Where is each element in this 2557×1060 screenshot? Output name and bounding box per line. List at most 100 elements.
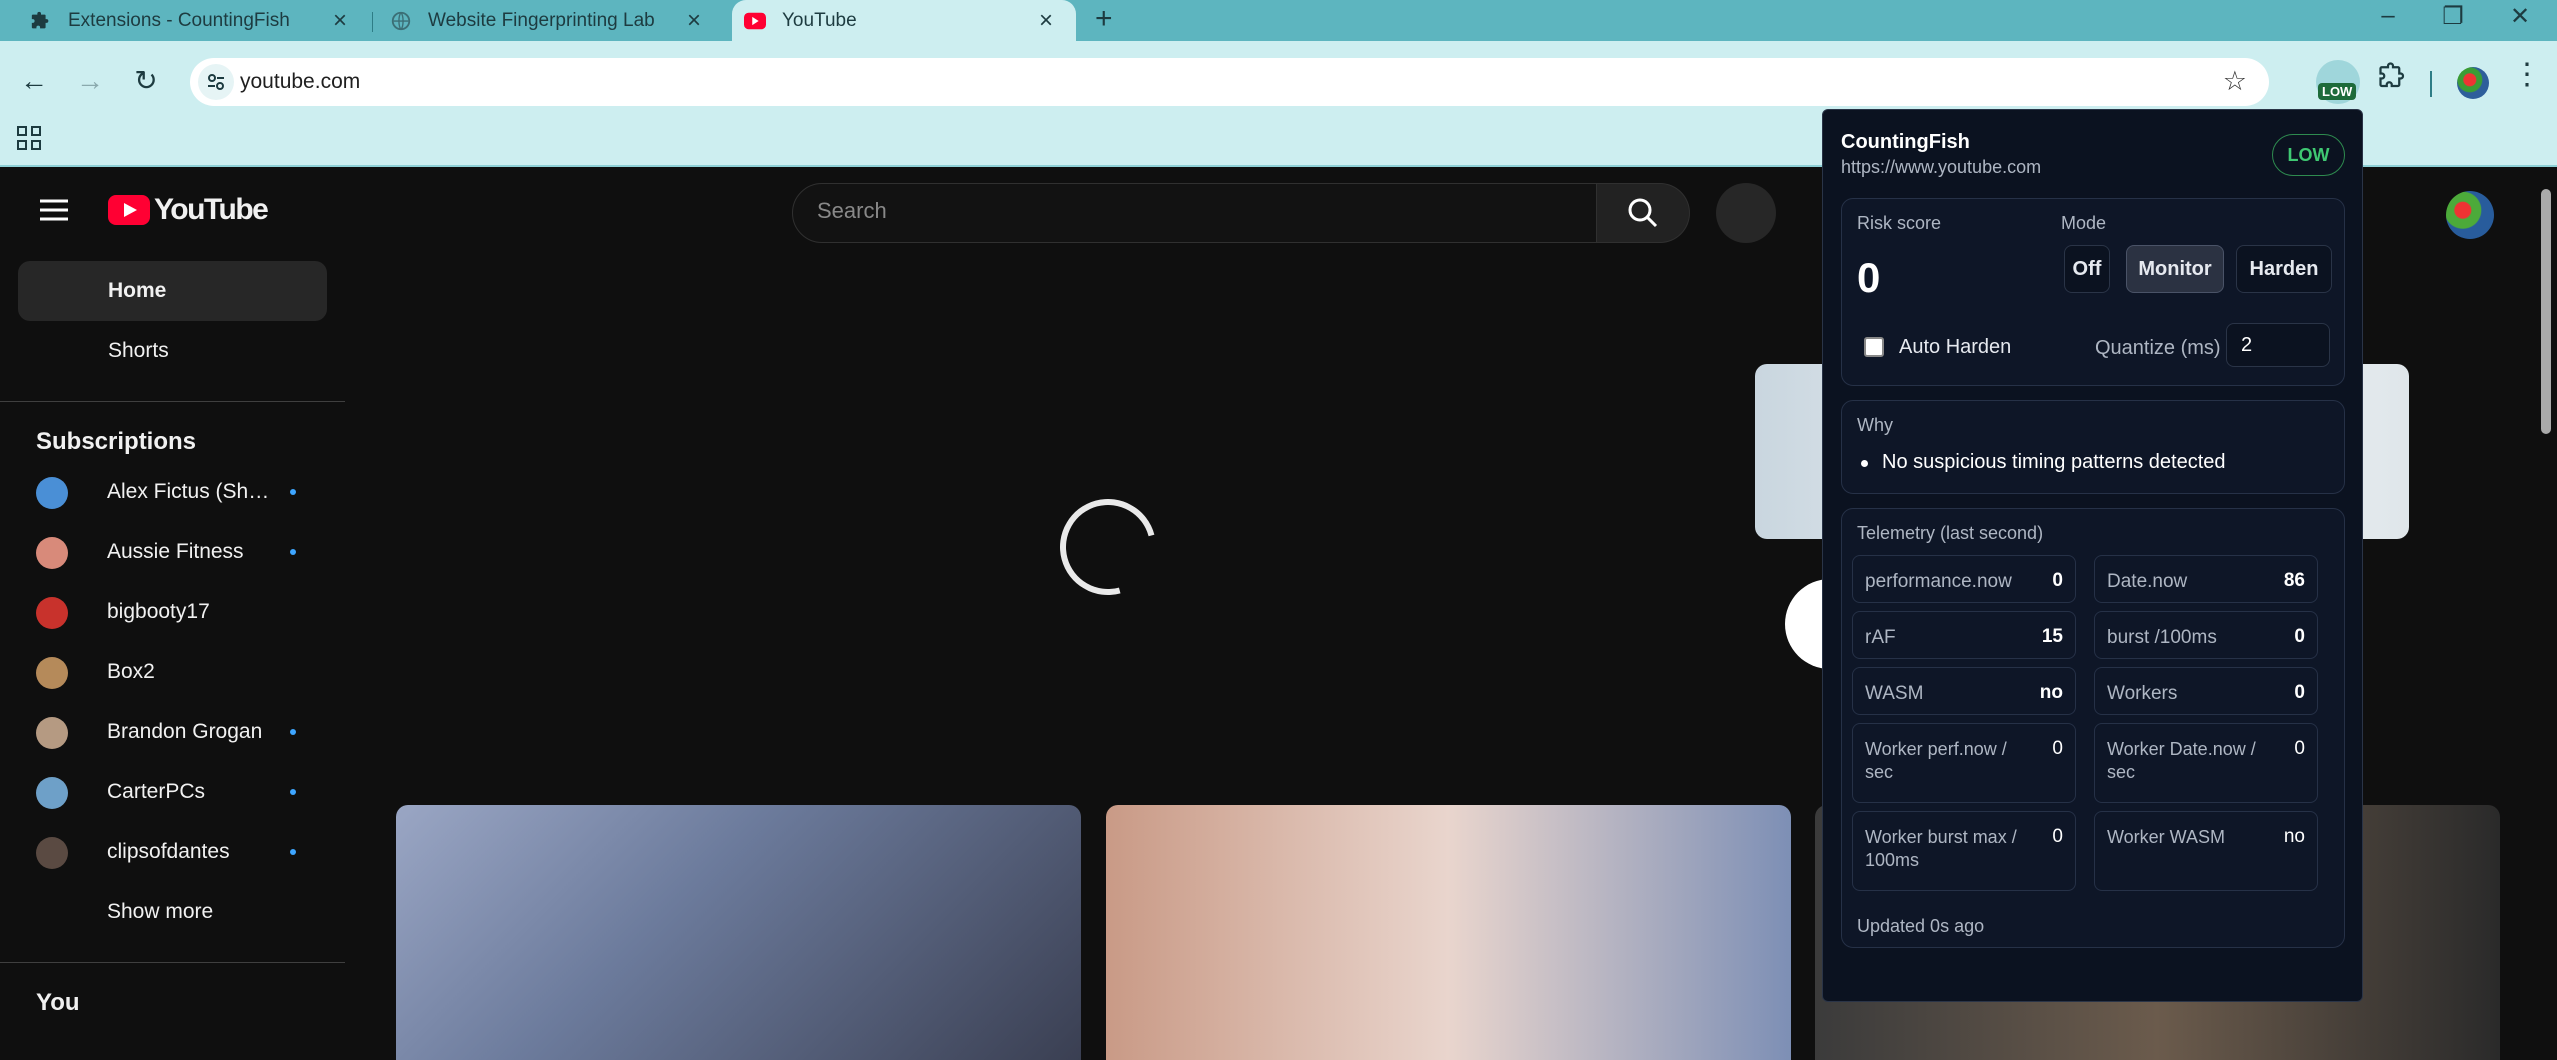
tab-extensions[interactable]: Extensions - CountingFish × bbox=[0, 0, 370, 41]
sidebar-item-label: Shorts bbox=[108, 339, 169, 362]
quantize-input[interactable] bbox=[2226, 323, 2330, 367]
telemetry-key: Worker Date.now / sec bbox=[2107, 739, 2256, 783]
telemetry-tile: WASM no bbox=[1852, 667, 2076, 715]
telemetry-key: Workers bbox=[2107, 683, 2178, 704]
subscription-item[interactable]: Box2 bbox=[0, 642, 345, 702]
telemetry-value: 0 bbox=[2052, 738, 2063, 759]
minimize-icon[interactable]: – bbox=[2368, 2, 2408, 30]
search-button[interactable] bbox=[1597, 183, 1690, 243]
telemetry-value: 0 bbox=[2052, 826, 2063, 847]
search-input[interactable] bbox=[817, 198, 1557, 224]
back-icon[interactable]: ← bbox=[14, 61, 54, 101]
tab-title: Extensions - CountingFish bbox=[68, 9, 290, 31]
telemetry-key: WASM bbox=[1865, 683, 1924, 704]
sidebar-item-shorts[interactable]: Shorts bbox=[18, 321, 327, 381]
search-icon bbox=[1628, 198, 1658, 228]
sidebar-divider bbox=[0, 962, 345, 963]
you-heading[interactable]: You bbox=[0, 983, 345, 1023]
telemetry-tile: Worker Date.now / sec 0 bbox=[2094, 723, 2318, 803]
subscription-item[interactable]: bigbooty17 bbox=[0, 582, 345, 642]
mode-monitor-button[interactable]: Monitor bbox=[2126, 245, 2224, 293]
mode-harden-button[interactable]: Harden bbox=[2236, 245, 2332, 293]
telemetry-tile: Date.now 86 bbox=[2094, 555, 2318, 603]
apps-grid-icon[interactable] bbox=[16, 125, 42, 156]
telemetry-key: rAF bbox=[1865, 627, 1896, 648]
sidebar-item-home[interactable]: Home bbox=[18, 261, 327, 321]
telemetry-label: Telemetry (last second) bbox=[1857, 523, 2044, 543]
scrollbar-thumb[interactable] bbox=[2541, 189, 2551, 434]
channel-name: clipsofdantes bbox=[107, 840, 230, 863]
telemetry-tile: Worker burst max / 100ms 0 bbox=[1852, 811, 2076, 891]
risk-score-label: Risk score bbox=[1857, 213, 1942, 233]
mode-off-button[interactable]: Off bbox=[2064, 245, 2110, 293]
hamburger-menu-icon[interactable] bbox=[40, 199, 68, 226]
restore-icon[interactable]: ❐ bbox=[2433, 2, 2473, 31]
telemetry-card: Telemetry (last second) performance.now 0… bbox=[1841, 508, 2345, 948]
telemetry-key: Worker burst max / 100ms bbox=[1865, 827, 2017, 871]
telemetry-key: Worker WASM bbox=[2107, 827, 2226, 847]
kebab-menu-icon[interactable]: ⋮ bbox=[2512, 57, 2542, 92]
new-content-dot bbox=[290, 849, 296, 855]
bookmark-star-icon[interactable]: ☆ bbox=[2223, 66, 2247, 97]
close-window-icon[interactable]: ✕ bbox=[2500, 2, 2540, 31]
telemetry-value: 0 bbox=[2294, 682, 2305, 703]
sidebar-divider bbox=[0, 401, 345, 402]
subscription-item[interactable]: Alex Fictus (Sho... bbox=[0, 462, 345, 522]
risk-level-badge: LOW bbox=[2272, 134, 2345, 176]
subscriptions-heading[interactable]: Subscriptions bbox=[0, 422, 345, 462]
subscription-list: Alex Fictus (Sho... Aussie Fitness bigboot… bbox=[0, 462, 345, 882]
subscription-item[interactable]: CarterPCs bbox=[0, 762, 345, 822]
close-tab-icon[interactable]: × bbox=[1034, 7, 1058, 35]
auto-harden-checkbox[interactable] bbox=[1864, 337, 1884, 357]
countingfish-popup: CountingFish https://www.youtube.com LOW… bbox=[1822, 109, 2363, 1002]
close-tab-icon[interactable]: × bbox=[682, 7, 706, 35]
telemetry-value: 15 bbox=[2041, 626, 2063, 647]
channel-name: Brandon Grogan bbox=[107, 720, 263, 743]
channel-name: Box2 bbox=[107, 660, 155, 683]
risk-score-value: 0 bbox=[1857, 254, 1881, 301]
tab-fingerprinting-lab[interactable]: Website Fingerprinting Lab × bbox=[374, 0, 724, 41]
channel-name: CarterPCs bbox=[107, 780, 206, 803]
profile-avatar[interactable] bbox=[2457, 67, 2489, 99]
subscription-item[interactable]: Brandon Grogan bbox=[0, 702, 345, 762]
auto-harden-label: Auto Harden bbox=[1899, 336, 2012, 358]
show-more-button[interactable]: Show more bbox=[0, 882, 345, 942]
subscription-item[interactable]: Aussie Fitness bbox=[0, 522, 345, 582]
bullet-dot bbox=[1861, 460, 1868, 467]
address-bar[interactable]: youtube.com ☆ bbox=[190, 58, 2269, 106]
telemetry-tile: burst /100ms 0 bbox=[2094, 611, 2318, 659]
new-content-dot bbox=[290, 789, 296, 795]
channel-name: Alex Fictus (Sho... bbox=[107, 480, 277, 503]
channel-avatar bbox=[36, 477, 68, 509]
channel-name: bigbooty17 bbox=[107, 600, 210, 623]
why-item: No suspicious timing patterns detected bbox=[1882, 451, 2226, 473]
new-content-dot bbox=[290, 549, 296, 555]
account-avatar[interactable] bbox=[2446, 191, 2494, 239]
channel-avatar bbox=[36, 537, 68, 569]
telemetry-tile: Workers 0 bbox=[2094, 667, 2318, 715]
voice-search-button[interactable] bbox=[1716, 183, 1776, 243]
tab-youtube[interactable]: YouTube × bbox=[732, 0, 1076, 41]
extensions-puzzle-icon[interactable] bbox=[2378, 61, 2408, 99]
youtube-logo[interactable]: YouTube bbox=[108, 193, 269, 227]
youtube-play-icon bbox=[108, 195, 150, 225]
close-tab-icon[interactable]: × bbox=[328, 7, 352, 35]
subscription-item[interactable]: clipsofdantes bbox=[0, 822, 345, 882]
video-thumbnail[interactable] bbox=[1106, 805, 1791, 1060]
new-tab-button[interactable]: + bbox=[1095, 2, 1113, 36]
site-settings-icon[interactable] bbox=[198, 64, 234, 100]
tab-strip: Extensions - CountingFish × Website Fing… bbox=[0, 0, 2557, 41]
youtube-icon bbox=[744, 10, 766, 32]
telemetry-key: performance.now bbox=[1865, 571, 2012, 592]
reload-icon[interactable]: ↻ bbox=[126, 61, 166, 101]
popup-url: https://www.youtube.com bbox=[1841, 157, 2042, 177]
quantize-label: Quantize (ms) bbox=[2095, 337, 2221, 359]
video-thumbnail[interactable] bbox=[396, 805, 1081, 1060]
telemetry-value: no bbox=[2039, 682, 2063, 703]
search-box[interactable] bbox=[792, 183, 1597, 243]
toolbar-divider bbox=[2430, 71, 2432, 97]
telemetry-value: 0 bbox=[2294, 626, 2305, 647]
forward-icon[interactable]: → bbox=[70, 61, 110, 101]
new-content-dot bbox=[290, 729, 296, 735]
telemetry-tile: Worker perf.now / sec 0 bbox=[1852, 723, 2076, 803]
